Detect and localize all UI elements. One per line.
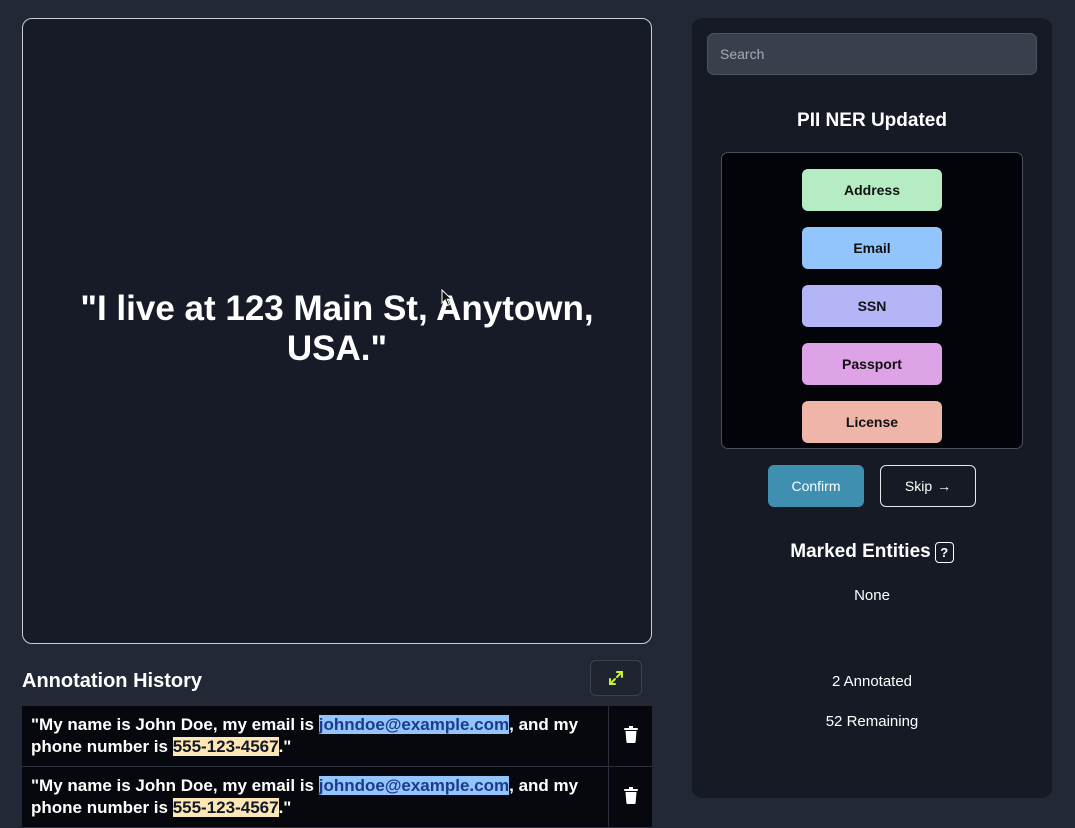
label-address-button[interactable]: Address	[802, 169, 942, 211]
left-column: "I live at 123 Main St, Anytown, USA." A…	[22, 18, 652, 828]
label-license-button[interactable]: License	[802, 401, 942, 443]
phone-entity-highlight: 555-123-4567	[172, 798, 279, 817]
history-text-suffix: ."	[278, 798, 292, 817]
expand-button[interactable]	[590, 660, 642, 696]
current-text[interactable]: "I live at 123 Main St, Anytown, USA."	[57, 289, 617, 369]
history-header: Annotation History	[22, 660, 652, 702]
label-ssn-button[interactable]: SSN	[802, 285, 942, 327]
history-list: "My name is John Doe, my email is johndo…	[22, 706, 652, 828]
marked-entities-title: Marked Entities	[790, 541, 931, 562]
skip-button[interactable]: Skip →	[880, 465, 976, 507]
text-panel[interactable]: "I live at 123 Main St, Anytown, USA."	[22, 18, 652, 644]
marked-entities-value: None	[854, 587, 890, 604]
confirm-button[interactable]: Confirm	[768, 465, 864, 507]
history-text-prefix: "My name is John Doe, my email is	[31, 776, 319, 795]
email-entity-highlight: johndoe@example.com	[318, 776, 510, 795]
history-row[interactable]: "My name is John Doe, my email is johndo…	[22, 767, 652, 828]
arrow-right-icon: →	[937, 478, 952, 494]
skip-label: Skip	[904, 478, 933, 494]
label-list: Address Email SSN Passport License	[721, 152, 1023, 449]
trash-icon	[623, 787, 638, 804]
history-title: Annotation History	[22, 669, 202, 692]
marked-entities-header: Marked Entities ?	[692, 541, 1052, 563]
annotated-count: 2 Annotated	[831, 673, 913, 690]
remaining-count: 52 Remaining	[825, 713, 919, 730]
sidebar: PII NER Updated Address Email SSN Passpo…	[692, 18, 1052, 798]
history-text-prefix: "My name is John Doe, my email is	[31, 715, 319, 734]
delete-button[interactable]	[609, 706, 652, 766]
delete-button[interactable]	[609, 767, 652, 827]
label-passport-button[interactable]: Passport	[802, 343, 942, 385]
email-entity-highlight: johndoe@example.com	[318, 715, 510, 734]
project-title: PII NER Updated	[797, 110, 947, 131]
history-text-suffix: ."	[278, 737, 292, 756]
expand-icon	[609, 671, 623, 685]
history-row-text: "My name is John Doe, my email is johndo…	[22, 767, 609, 827]
trash-icon	[623, 726, 638, 743]
search-input[interactable]	[707, 33, 1037, 75]
label-email-button[interactable]: Email	[802, 227, 942, 269]
phone-entity-highlight: 555-123-4567	[172, 737, 279, 756]
mouse-cursor-icon	[441, 289, 453, 307]
history-row[interactable]: "My name is John Doe, my email is johndo…	[22, 706, 652, 767]
history-row-text: "My name is John Doe, my email is johndo…	[22, 706, 609, 766]
help-icon[interactable]: ?	[934, 541, 954, 563]
